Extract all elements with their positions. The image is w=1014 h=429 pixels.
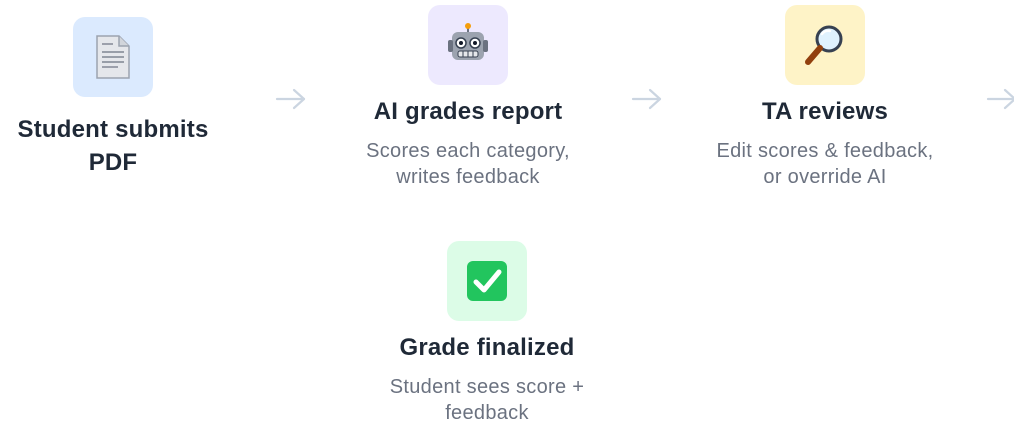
arrow-right-icon [631, 88, 663, 110]
arrow-right-icon [986, 88, 1014, 110]
check-mark-icon-graphic [467, 261, 507, 301]
step-ta-reviews: TA reviews Edit scores & feedback, or ov… [680, 5, 970, 190]
step-description: Edit scores & feedback, or override AI [680, 138, 970, 190]
magnifying-glass-icon [785, 5, 865, 85]
step-title: Grade finalized [399, 334, 575, 361]
arrow-right-icon [275, 88, 307, 110]
step-description-line: writes feedback [396, 166, 540, 188]
step-title: TA reviews [761, 98, 889, 125]
magnifying-glass-icon-graphic [805, 25, 843, 65]
document-icon [73, 17, 153, 97]
step-description-line: Student sees score + [389, 376, 585, 398]
step-ai-grades: AI grades report Scores each category, w… [328, 5, 608, 190]
step-description-line: Edit scores & feedback, [716, 140, 934, 162]
step-description-line: or override AI [763, 166, 887, 188]
step-grade-finalized: Grade finalized Student sees score + fee… [347, 241, 627, 426]
robot-icon [428, 5, 508, 85]
step-title: AI grades report [373, 98, 563, 125]
step-title: Student submits PDF [17, 116, 209, 176]
step-description-line: feedback [445, 402, 529, 424]
step-description: Scores each category, writes feedback [328, 138, 608, 190]
robot-icon-graphic [448, 23, 488, 60]
step-student-submits: Student submits PDF [0, 17, 226, 179]
workflow-diagram: Student submits PDF AI grades report Sco… [0, 0, 1014, 429]
document-icon-graphic [96, 35, 130, 79]
step-description-line: Scores each category, [366, 140, 570, 162]
step-description: Student sees score + feedback [347, 374, 627, 426]
check-mark-icon [447, 241, 527, 321]
